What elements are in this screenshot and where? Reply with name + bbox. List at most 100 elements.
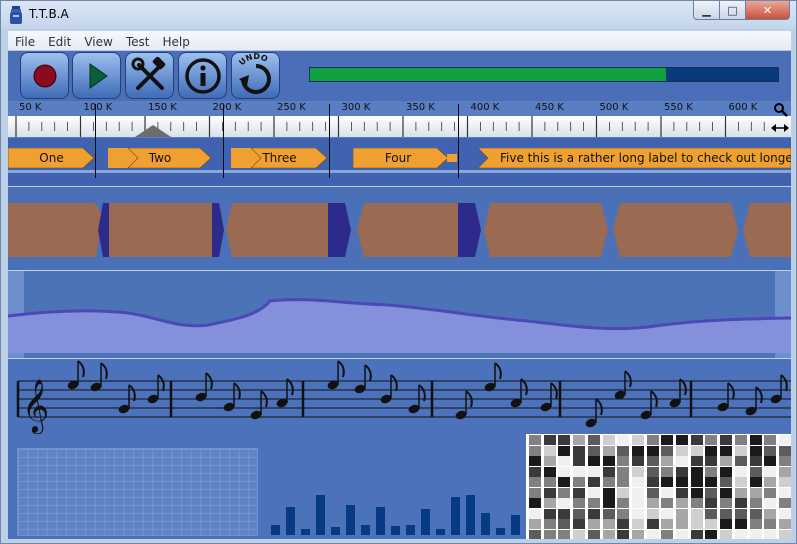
grayscale-cell[interactable] [529, 445, 541, 456]
grayscale-cell[interactable] [529, 477, 541, 487]
grayscale-cell[interactable] [734, 435, 747, 445]
grayscale-cell[interactable] [587, 456, 600, 466]
grayscale-cell[interactable] [602, 529, 615, 539]
grayscale-cell[interactable] [734, 519, 747, 529]
grayscale-cell[interactable] [529, 466, 541, 477]
grayscale-cell[interactable] [778, 445, 791, 456]
grayscale-cell[interactable] [778, 477, 791, 487]
grayscale-cell[interactable] [573, 477, 586, 487]
grayscale-cell[interactable] [573, 529, 586, 539]
grayscale-cell[interactable] [720, 466, 733, 477]
grayscale-cell[interactable] [676, 477, 688, 487]
menu-test[interactable]: Test [119, 33, 156, 49]
grayscale-cell[interactable] [602, 477, 615, 487]
grayscale-cell[interactable] [543, 498, 556, 508]
time-ruler[interactable]: 50 K 100 K 150 K 200 K 250 K 300 K 350 K 400 K 4… [8, 101, 791, 138]
grayscale-cell[interactable] [778, 456, 791, 466]
grayscale-column[interactable] [705, 434, 718, 539]
grayscale-cell[interactable] [529, 519, 541, 529]
grayscale-cell[interactable] [705, 529, 718, 539]
grayscale-cell[interactable] [764, 487, 777, 498]
grayscale-cell[interactable] [646, 498, 659, 508]
grayscale-cell[interactable] [734, 445, 747, 456]
grayscale-cell[interactable] [602, 445, 615, 456]
grayscale-cell[interactable] [690, 435, 703, 445]
grayscale-cell[interactable] [529, 529, 541, 539]
grayscale-cell[interactable] [661, 456, 674, 466]
maximize-button[interactable]: □ [720, 1, 746, 20]
playhead-marker[interactable] [135, 124, 171, 137]
grayscale-cell[interactable] [573, 519, 586, 529]
grayscale-cell[interactable] [778, 466, 791, 477]
grayscale-cell[interactable] [646, 529, 659, 539]
grayscale-cell[interactable] [720, 477, 733, 487]
ruler-scale[interactable] [8, 116, 791, 137]
info-button[interactable] [178, 52, 227, 99]
grayscale-column[interactable] [587, 434, 600, 539]
grayscale-cell[interactable] [778, 487, 791, 498]
grayscale-cell[interactable] [764, 456, 777, 466]
grayscale-cell[interactable] [558, 477, 571, 487]
grayscale-cell[interactable] [617, 445, 630, 456]
grayscale-cell[interactable] [661, 498, 674, 508]
grayscale-cell[interactable] [764, 445, 777, 456]
grayscale-cell[interactable] [705, 456, 718, 466]
envelope-track[interactable] [8, 271, 791, 358]
grayscale-cell[interactable] [602, 487, 615, 498]
title-bar[interactable]: T.T.B.A ▁ □ ✕ [1, 1, 796, 29]
grayscale-cell[interactable] [749, 519, 762, 529]
clip-5[interactable] [484, 203, 608, 257]
grayscale-cell[interactable] [646, 456, 659, 466]
grayscale-cell[interactable] [573, 435, 586, 445]
grayscale-cell[interactable] [764, 466, 777, 477]
grayscale-cell[interactable] [631, 435, 644, 445]
grayscale-cell[interactable] [587, 519, 600, 529]
grayscale-column[interactable] [543, 434, 556, 539]
grayscale-cell[interactable] [720, 519, 733, 529]
clip-7[interactable] [743, 203, 791, 257]
grayscale-cell[interactable] [705, 498, 718, 508]
grayscale-cell[interactable] [778, 435, 791, 445]
grayscale-cell[interactable] [543, 477, 556, 487]
grayscale-cell[interactable] [778, 519, 791, 529]
grayscale-cell[interactable] [720, 456, 733, 466]
undo-button[interactable]: UNDO [231, 52, 280, 99]
grayscale-cell[interactable] [734, 487, 747, 498]
grayscale-column[interactable] [631, 434, 644, 539]
grayscale-cell[interactable] [690, 456, 703, 466]
grayscale-cell[interactable] [661, 519, 674, 529]
grayscale-cell[interactable] [558, 487, 571, 498]
grayscale-cell[interactable] [749, 456, 762, 466]
grayscale-cell[interactable] [705, 445, 718, 456]
grayscale-cell[interactable] [690, 487, 703, 498]
grayscale-cell[interactable] [558, 435, 571, 445]
grayscale-cell[interactable] [661, 487, 674, 498]
grayscale-cell[interactable] [778, 498, 791, 508]
grayscale-cell[interactable] [543, 487, 556, 498]
grayscale-cell[interactable] [631, 498, 644, 508]
grayscale-cell[interactable] [573, 508, 586, 519]
grayscale-column[interactable] [617, 434, 630, 539]
grayscale-cell[interactable] [529, 435, 541, 445]
grayscale-cell[interactable] [617, 508, 630, 519]
grayscale-cell[interactable] [705, 435, 718, 445]
grayscale-cell[interactable] [764, 519, 777, 529]
grayscale-column[interactable] [764, 434, 777, 539]
grayscale-cell[interactable] [720, 529, 733, 539]
grayscale-cell[interactable] [720, 445, 733, 456]
audio-clip-track[interactable] [8, 187, 791, 270]
grayscale-cell[interactable] [690, 445, 703, 456]
grayscale-cell[interactable] [676, 519, 688, 529]
grayscale-cell[interactable] [646, 508, 659, 519]
grayscale-cell[interactable] [690, 519, 703, 529]
magnifier-icon[interactable] [773, 102, 788, 117]
grayscale-cell[interactable] [543, 456, 556, 466]
grayscale-cell[interactable] [602, 435, 615, 445]
grayscale-cell[interactable] [734, 508, 747, 519]
grayscale-cell[interactable] [617, 529, 630, 539]
grayscale-cell[interactable] [558, 498, 571, 508]
grayscale-cell[interactable] [543, 445, 556, 456]
grayscale-column[interactable] [529, 434, 541, 539]
label-two[interactable]: Two [108, 147, 212, 169]
grayscale-cell[interactable] [734, 498, 747, 508]
